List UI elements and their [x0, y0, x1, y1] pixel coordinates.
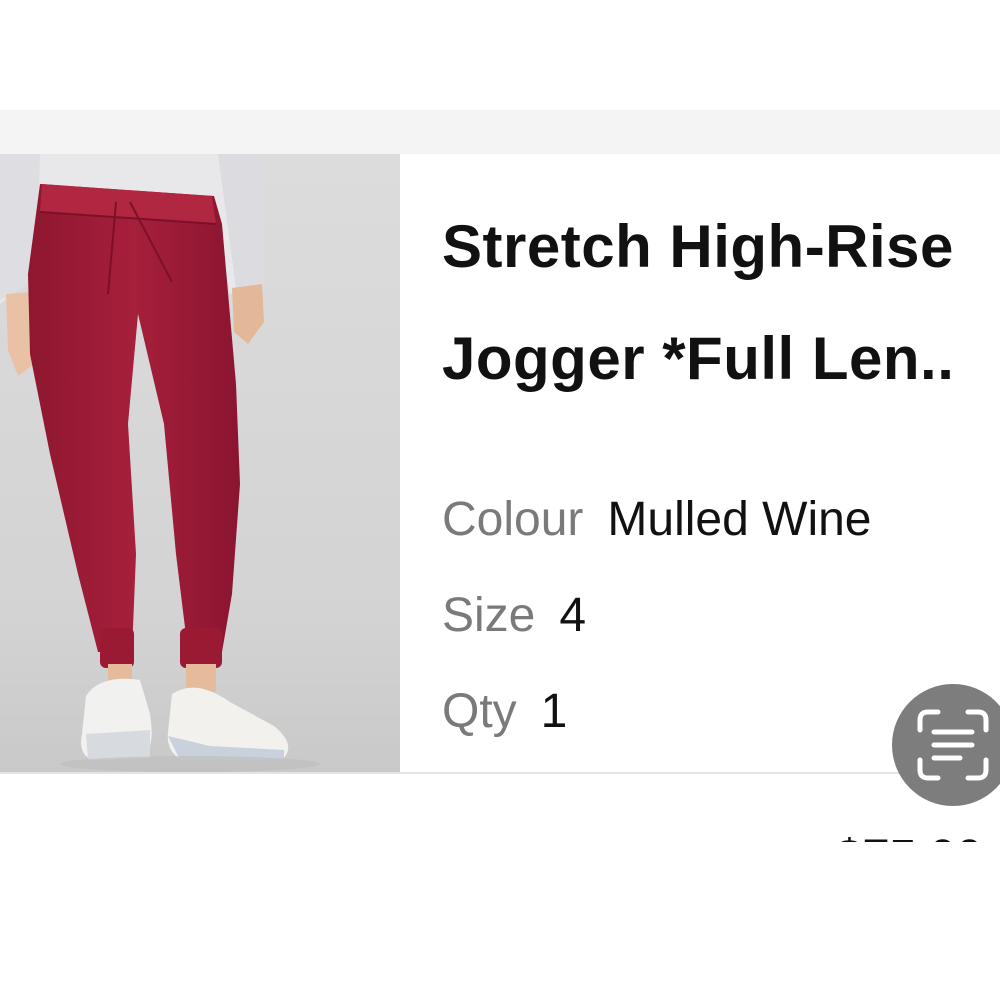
- text-scan-button[interactable]: [892, 684, 1000, 806]
- product-title-line-2[interactable]: Jogger *Full Len..: [442, 324, 954, 393]
- colour-value: Mulled Wine: [607, 493, 872, 546]
- qty-row: Qty 1: [442, 684, 567, 739]
- section-divider: [0, 772, 1000, 774]
- size-row: Size 4: [442, 588, 586, 643]
- top-band: [0, 110, 1000, 154]
- qty-label: Qty: [442, 685, 517, 738]
- product-title-line-1[interactable]: Stretch High-Rise: [442, 212, 954, 281]
- text-scan-icon: [917, 709, 989, 781]
- cart-item-card: Stretch High-Rise Jogger *Full Len.. Col…: [0, 154, 1000, 772]
- item-price-partial: $75.00: [836, 818, 1000, 843]
- colour-label: Colour: [442, 493, 584, 546]
- colour-row: Colour Mulled Wine: [442, 492, 872, 547]
- size-value: 4: [559, 589, 587, 642]
- size-label: Size: [442, 589, 536, 642]
- product-photo[interactable]: [0, 154, 400, 772]
- product-details: Stretch High-Rise Jogger *Full Len.. Col…: [442, 154, 1000, 772]
- item-price-text: $75.00: [836, 834, 983, 843]
- qty-value: 1: [540, 685, 568, 738]
